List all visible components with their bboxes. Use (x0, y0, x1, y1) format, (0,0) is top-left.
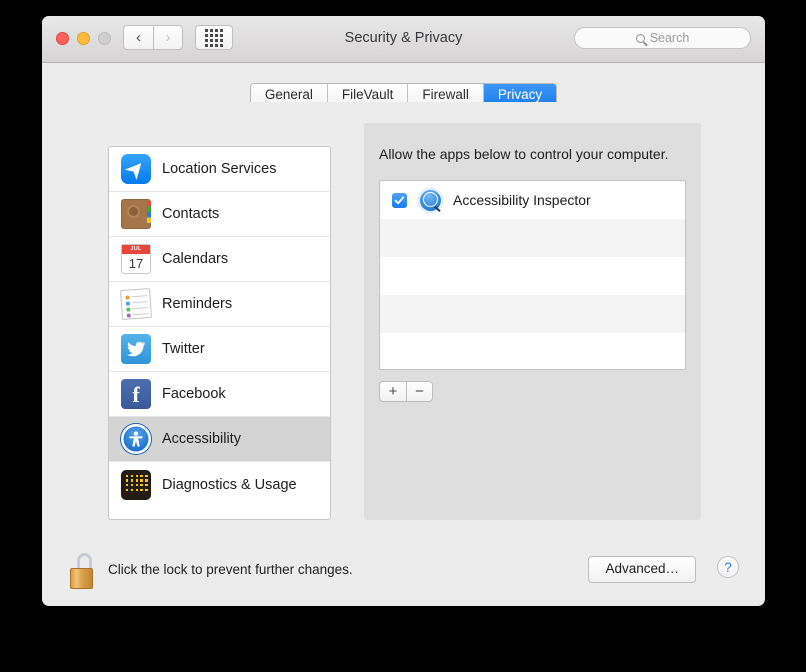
pane-hint-text: Allow the apps below to control your com… (379, 146, 701, 162)
sidebar-item-facebook[interactable]: f Facebook (109, 372, 330, 417)
search-icon (636, 34, 645, 43)
search-placeholder: Search (650, 31, 690, 45)
add-remove-buttons: + − (379, 381, 701, 402)
advanced-button[interactable]: Advanced… (588, 556, 696, 583)
sidebar-item-label: Twitter (162, 341, 205, 357)
sidebar-item-twitter[interactable]: Twitter (109, 327, 330, 372)
facebook-icon: f (121, 379, 151, 409)
window-titlebar: ‹ › Security & Privacy Search (42, 16, 765, 63)
sidebar-item-location-services[interactable]: Location Services (109, 147, 330, 192)
add-app-button[interactable]: + (379, 381, 406, 402)
app-name: Accessibility Inspector (453, 192, 591, 208)
sidebar-item-label: Location Services (162, 161, 276, 177)
unlocked-padlock-icon[interactable] (70, 553, 97, 589)
diagnostics-icon (121, 470, 151, 500)
list-item[interactable] (380, 257, 685, 295)
system-preferences-window: ‹ › Security & Privacy Search General Fi… (42, 16, 765, 606)
lock-hint-text: Click the lock to prevent further change… (108, 562, 353, 577)
list-item[interactable]: Accessibility Inspector (380, 181, 685, 219)
sidebar-item-accessibility[interactable]: Accessibility (109, 417, 330, 462)
sidebar-item-label: Contacts (162, 206, 219, 222)
list-item[interactable] (380, 295, 685, 333)
privacy-panel: Location Services Contacts JUL 17 Calend… (63, 102, 744, 543)
help-button[interactable]: ? (717, 556, 739, 578)
reminders-icon (120, 288, 152, 320)
sidebar-item-label: Accessibility (162, 431, 241, 447)
sidebar-item-calendars[interactable]: JUL 17 Calendars (109, 237, 330, 282)
search-input[interactable]: Search (574, 27, 751, 49)
location-services-icon (121, 154, 151, 184)
twitter-icon (121, 334, 151, 364)
accessibility-inspector-icon (418, 188, 443, 213)
list-item[interactable] (380, 219, 685, 257)
privacy-category-list[interactable]: Location Services Contacts JUL 17 Calend… (108, 146, 331, 520)
accessibility-content-pane: Allow the apps below to control your com… (364, 123, 701, 520)
sidebar-item-label: Reminders (162, 296, 232, 312)
contacts-icon (121, 199, 151, 229)
remove-app-button[interactable]: − (406, 381, 433, 402)
calendar-day: 17 (122, 254, 150, 273)
sidebar-item-label: Calendars (162, 251, 228, 267)
accessibility-icon (121, 424, 151, 454)
calendar-month: JUL (122, 245, 150, 254)
sidebar-item-label: Facebook (162, 386, 226, 402)
app-enabled-checkbox[interactable] (392, 193, 407, 208)
sidebar-item-diagnostics-usage[interactable]: Diagnostics & Usage (109, 462, 330, 507)
sidebar-item-contacts[interactable]: Contacts (109, 192, 330, 237)
window-footer: Click the lock to prevent further change… (42, 543, 765, 606)
calendars-icon: JUL 17 (121, 244, 151, 274)
allowed-apps-list[interactable]: Accessibility Inspector (379, 180, 686, 370)
padlock-body (70, 568, 93, 589)
sidebar-item-reminders[interactable]: Reminders (109, 282, 330, 327)
list-item[interactable] (380, 333, 685, 370)
sidebar-item-label: Diagnostics & Usage (162, 477, 297, 493)
